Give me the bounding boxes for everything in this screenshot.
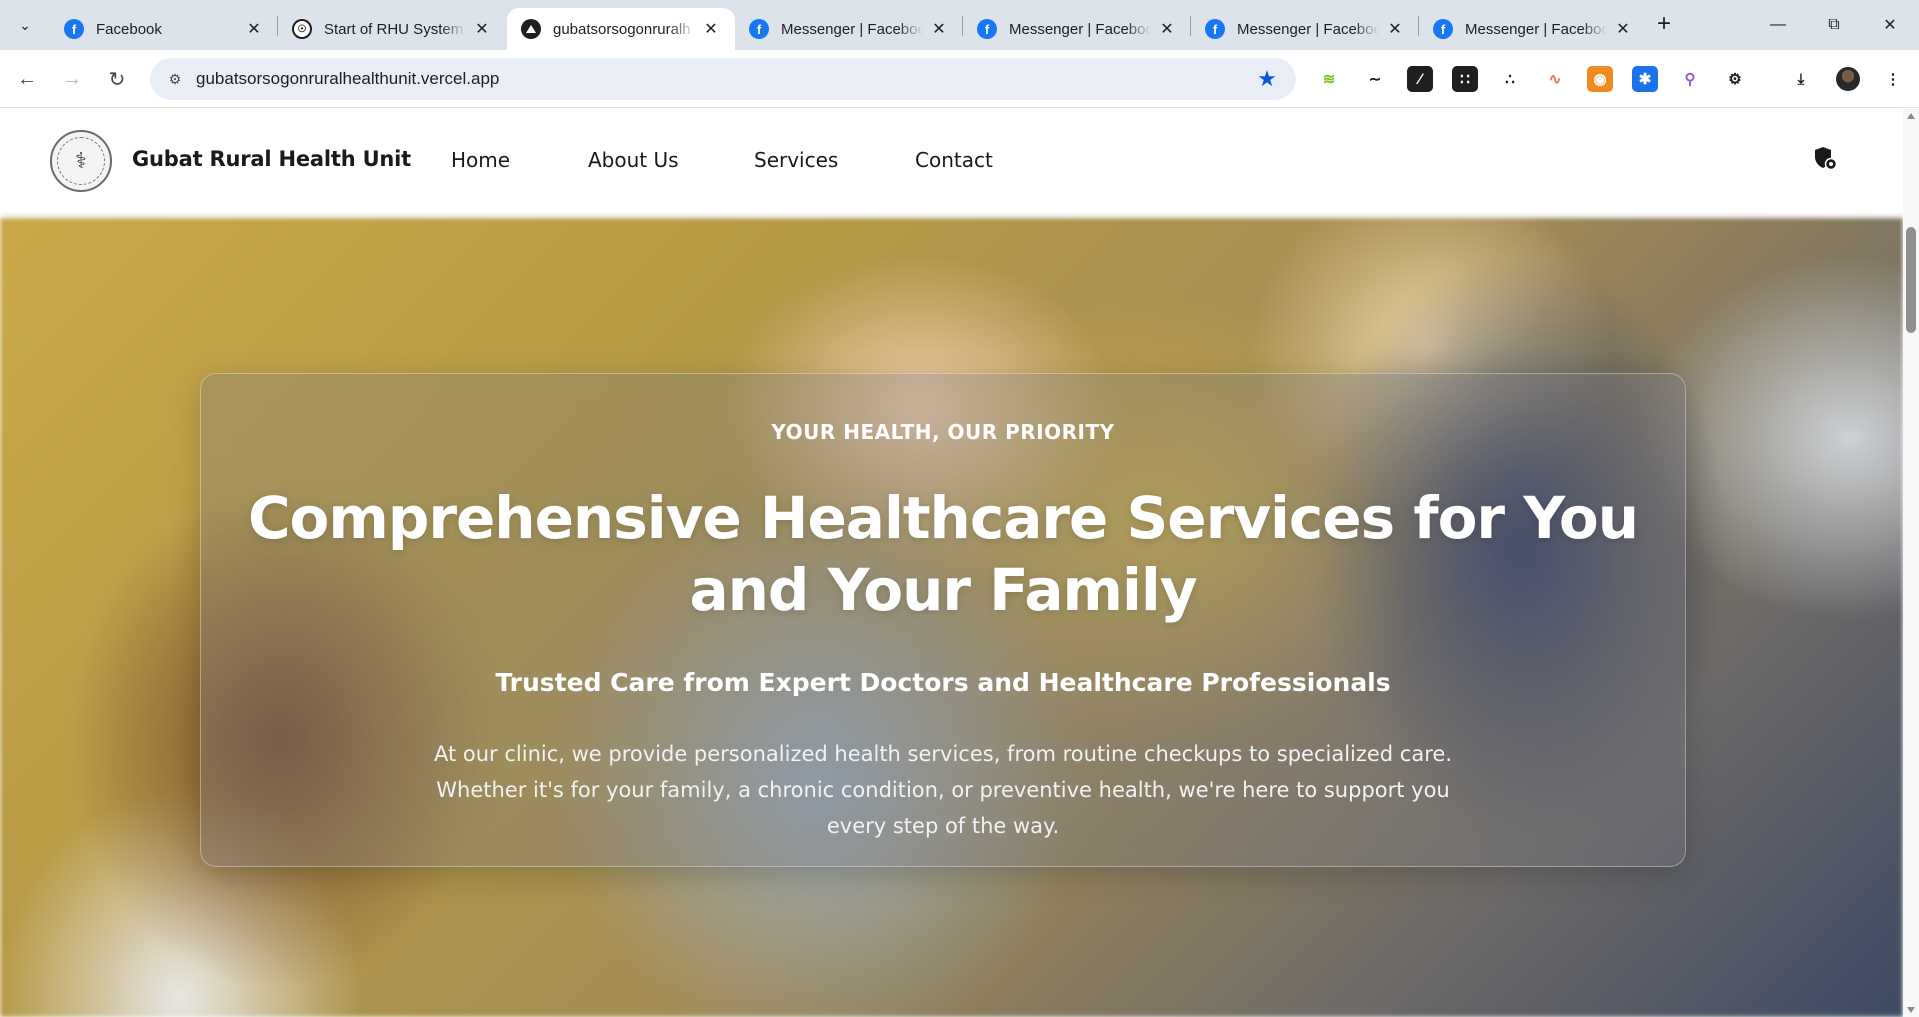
nav-about-us[interactable]: About Us xyxy=(588,148,679,172)
browser-tab[interactable]: f Messenger | Facebook ✕ xyxy=(963,8,1191,50)
browser-tab-active[interactable]: gubatsorsogonruralh ✕ xyxy=(507,8,735,50)
page-viewport: ⚕ Gubat Rural Health Unit Home About Us … xyxy=(0,109,1903,1017)
facebook-icon: f xyxy=(64,19,84,39)
address-bar[interactable]: ⚙ gubatsorsogonruralhealthunit.vercel.ap… xyxy=(150,58,1296,100)
extension-dots-icon[interactable]: ∴ xyxy=(1497,66,1523,92)
profile-avatar[interactable] xyxy=(1836,67,1860,91)
vercel-icon xyxy=(521,19,541,39)
close-icon[interactable]: ✕ xyxy=(472,19,492,39)
forward-arrow-icon[interactable]: → xyxy=(55,62,89,96)
new-tab-button[interactable]: + xyxy=(1650,12,1678,38)
caduceus-icon: ⚕ xyxy=(57,137,105,185)
scroll-down-arrow-icon[interactable] xyxy=(1907,1007,1915,1013)
tab-title: Messenger | Facebook xyxy=(781,20,923,38)
globe-icon: ☉ xyxy=(292,19,312,39)
extension-star-icon[interactable]: ✱ xyxy=(1632,66,1658,92)
reload-icon[interactable]: ↻ xyxy=(100,62,134,96)
browser-tab[interactable]: f Facebook ✕ xyxy=(50,8,278,50)
restore-icon[interactable]: ⧉ xyxy=(1806,8,1862,42)
hero-card: YOUR HEALTH, OUR PRIORITY Comprehensive … xyxy=(200,373,1686,867)
tab-title: gubatsorsogonruralh xyxy=(553,20,691,38)
back-arrow-icon[interactable]: ← xyxy=(10,62,44,96)
close-window-icon[interactable]: ✕ xyxy=(1862,8,1918,42)
close-icon[interactable]: ✕ xyxy=(701,19,721,39)
site-brand[interactable]: Gubat Rural Health Unit xyxy=(132,147,411,171)
site-header: ⚕ Gubat Rural Health Unit Home About Us … xyxy=(0,109,1903,213)
facebook-icon: f xyxy=(749,19,769,39)
chevron-down-icon: ⌄ xyxy=(19,16,31,33)
facebook-icon: f xyxy=(1205,19,1225,39)
admin-shield-icon[interactable] xyxy=(1812,145,1838,171)
extension-trend-icon[interactable]: ∼ xyxy=(1362,66,1388,92)
minimize-icon[interactable]: — xyxy=(1750,8,1806,42)
download-icon[interactable]: ⤓ xyxy=(1788,66,1814,92)
more-menu-icon[interactable]: ⋮ xyxy=(1880,66,1906,92)
tab-title: Messenger | Facebook xyxy=(1465,20,1607,38)
browser-tab[interactable]: f Messenger | Facebook ✕ xyxy=(1191,8,1419,50)
browser-tab[interactable]: f Messenger | Facebook ✕ xyxy=(735,8,963,50)
extension-chart-icon[interactable]: ≋ xyxy=(1316,66,1342,92)
nav-contact[interactable]: Contact xyxy=(915,148,993,172)
tab-title: Messenger | Facebook xyxy=(1009,20,1151,38)
extension-dice-icon[interactable]: ∷ xyxy=(1452,66,1478,92)
browser-tab[interactable]: f Messenger | Facebook ✕ xyxy=(1419,8,1647,50)
page-scrollbar[interactable] xyxy=(1903,109,1919,1017)
scrollbar-thumb[interactable] xyxy=(1906,227,1916,333)
extension-wave-icon[interactable]: ∿ xyxy=(1542,66,1568,92)
facebook-icon: f xyxy=(1433,19,1453,39)
close-icon[interactable]: ✕ xyxy=(1385,19,1405,39)
nav-services[interactable]: Services xyxy=(754,148,838,172)
hero-subtitle: Trusted Care from Expert Doctors and Hea… xyxy=(495,668,1391,697)
bookmark-star-icon[interactable]: ★ xyxy=(1252,64,1282,94)
close-icon[interactable]: ✕ xyxy=(244,19,264,39)
extension-pin-icon[interactable]: ⚲ xyxy=(1677,66,1703,92)
tab-title: Messenger | Facebook xyxy=(1237,20,1379,38)
close-icon[interactable]: ✕ xyxy=(1157,19,1177,39)
facebook-icon: f xyxy=(977,19,997,39)
extensions-puzzle-icon[interactable]: ⚙ xyxy=(1722,66,1748,92)
browser-tab-strip: ⌄ f Facebook ✕ ☉ Start of RHU System ✕ g… xyxy=(0,0,1919,50)
tab-title: Facebook xyxy=(96,20,162,38)
hero-title: Comprehensive Healthcare Services for Yo… xyxy=(247,484,1639,624)
extension-record-icon[interactable]: ◉ xyxy=(1587,66,1613,92)
hero-eyebrow: YOUR HEALTH, OUR PRIORITY xyxy=(771,420,1115,444)
site-info-icon[interactable]: ⚙ xyxy=(160,64,190,94)
browser-tab[interactable]: ☉ Start of RHU System ✕ xyxy=(278,8,506,50)
nav-home[interactable]: Home xyxy=(451,148,510,172)
url-text[interactable]: gubatsorsogonruralhealthunit.vercel.app xyxy=(196,69,1252,89)
close-icon[interactable]: ✕ xyxy=(1613,19,1633,39)
scroll-up-arrow-icon[interactable] xyxy=(1907,113,1915,119)
extension-slash-icon[interactable]: ∕ xyxy=(1407,66,1433,92)
close-icon[interactable]: ✕ xyxy=(929,19,949,39)
hero-description: At our clinic, we provide personalized h… xyxy=(433,742,1452,838)
tab-title: Start of RHU System xyxy=(324,20,464,38)
tab-search-button[interactable]: ⌄ xyxy=(8,10,42,40)
rhu-logo[interactable]: ⚕ xyxy=(50,130,112,192)
